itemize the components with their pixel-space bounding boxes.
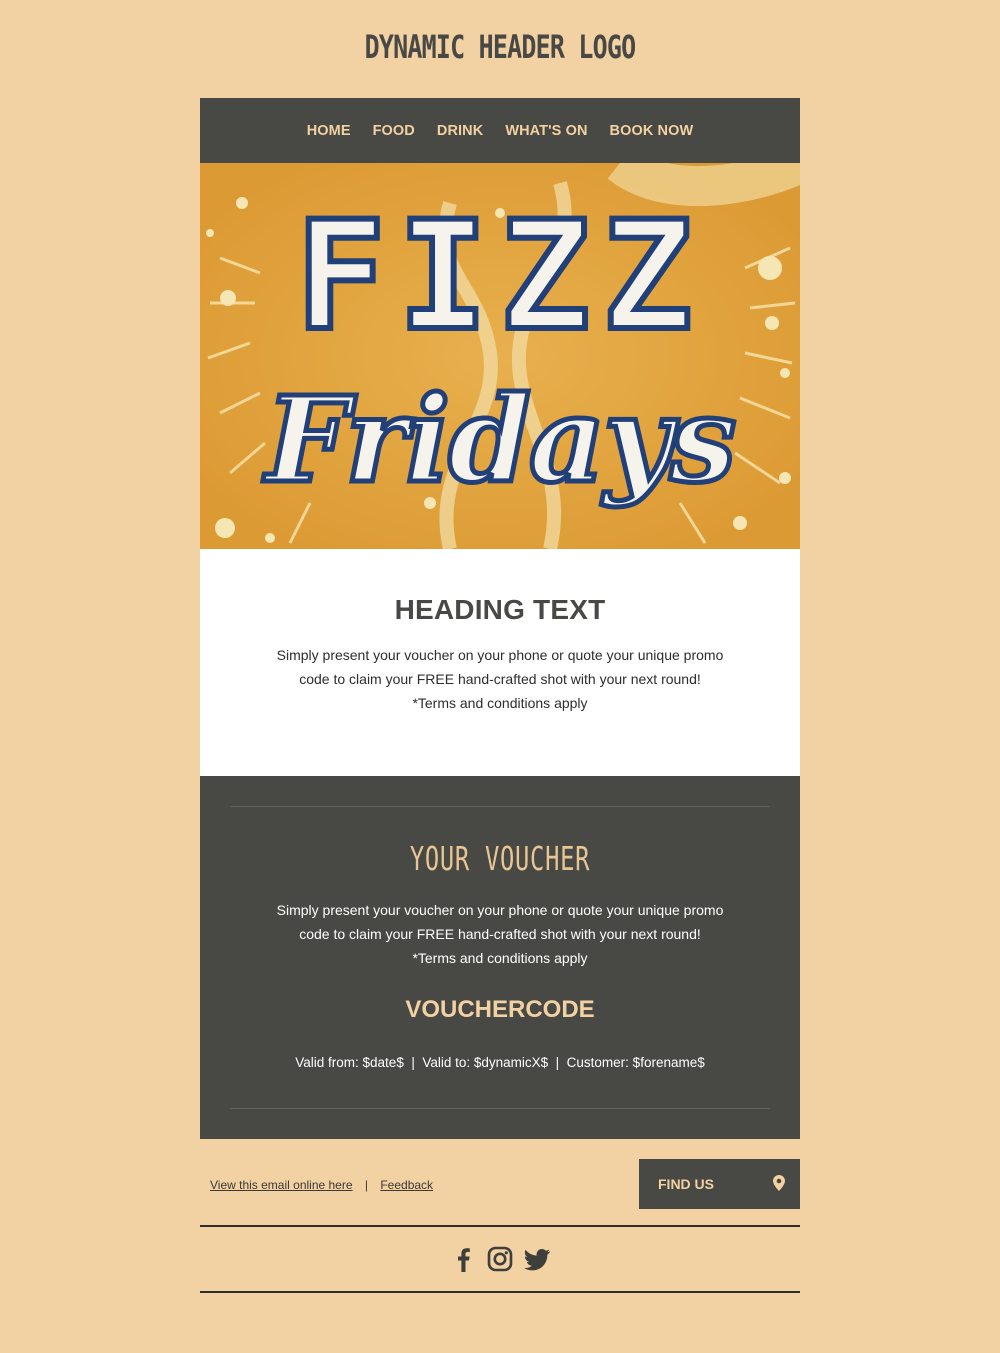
voucher-line: Simply present your voucher on your phon… [276, 902, 724, 918]
divider [230, 806, 770, 807]
intro-line: code to claim your FREE hand-crafted sho… [299, 671, 701, 687]
nav-food[interactable]: FOOD [373, 123, 415, 139]
voucher-code: VOUCHERCODE [405, 996, 595, 1023]
find-us-button[interactable]: FIND US [639, 1159, 800, 1209]
main-nav: HOME FOOD DRINK WHAT'S ON BOOK NOW [200, 98, 800, 163]
hero-artwork: FIZZ Fridays [200, 163, 800, 549]
intro-body: Simply present your voucher on your phon… [270, 643, 730, 715]
map-pin-icon [773, 1175, 785, 1194]
nav-drink[interactable]: DRINK [437, 123, 483, 139]
feedback-link[interactable]: Feedback [380, 1178, 433, 1192]
heading-text: HEADING TEXT [394, 594, 606, 625]
intro-section: HEADING TEXT Simply present your voucher… [200, 549, 800, 776]
voucher-validity: Valid from: $date$ | Valid to: $dynamicX… [295, 1055, 705, 1070]
voucher-line: code to claim your FREE hand-crafted sho… [299, 926, 701, 942]
intro-terms: *Terms and conditions apply [412, 695, 588, 711]
voucher-section: YOUR VOUCHER Simply present your voucher… [200, 776, 800, 1139]
nav-home[interactable]: HOME [307, 123, 351, 139]
hero-title-line2: Fridays [263, 370, 735, 509]
twitter-icon[interactable] [523, 1245, 550, 1273]
hero-banner[interactable]: FIZZ Fridays [200, 163, 800, 549]
footer-divider-bottom [200, 1291, 800, 1293]
footer-divider-top [200, 1225, 800, 1227]
separator: | [364, 1178, 368, 1192]
hero-title-line1: FIZZ [295, 190, 704, 364]
footer-links: View this email online here | Feedback [210, 1178, 433, 1192]
intro-line: Simply present your voucher on your phon… [276, 647, 724, 663]
voucher-body: Simply present your voucher on your phon… [270, 898, 730, 970]
email-container: HOME FOOD DRINK WHAT'S ON BOOK NOW FIZZ … [200, 98, 800, 1139]
find-us-label: FIND US [658, 1176, 714, 1192]
nav-whats-on[interactable]: WHAT'S ON [505, 123, 587, 139]
nav-book-now[interactable]: BOOK NOW [610, 123, 694, 139]
header-logo[interactable]: DYNAMIC HEADER LOGO [110, 28, 890, 66]
divider [230, 1108, 770, 1109]
voucher-terms: *Terms and conditions apply [412, 950, 588, 966]
social-links [0, 1245, 1000, 1273]
view-online-link[interactable]: View this email online here [210, 1178, 353, 1192]
facebook-icon[interactable] [451, 1245, 477, 1273]
instagram-icon[interactable] [487, 1245, 513, 1273]
voucher-title: YOUR VOUCHER [409, 839, 591, 878]
